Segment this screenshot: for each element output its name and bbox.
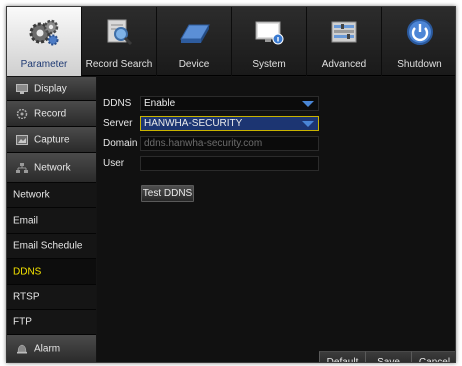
chevron-down-icon <box>302 121 314 127</box>
sidebar-item-display[interactable]: Display <box>7 77 96 101</box>
tab-device[interactable]: Device <box>157 7 232 76</box>
tab-label: Shutdown <box>397 59 442 70</box>
sidebar-item-alarm[interactable]: Alarm <box>7 335 96 362</box>
ddns-value: Enable <box>144 98 176 109</box>
user-field[interactable] <box>140 156 319 171</box>
sidebar-item-network[interactable]: Network <box>7 153 96 183</box>
display-icon <box>16 83 28 94</box>
sidebar-item-label: Email <box>13 215 39 226</box>
alarm-icon <box>17 344 27 354</box>
tab-label: Record Search <box>85 59 153 70</box>
ddns-select[interactable]: Enable <box>140 96 319 111</box>
sidebar-item-rtsp[interactable]: RTSP <box>7 285 96 310</box>
tab-system[interactable]: System <box>232 7 307 76</box>
sidebar-item-label: Record <box>34 108 67 119</box>
tab-parameter[interactable]: Parameter <box>7 7 82 76</box>
tab-label: System <box>252 59 286 70</box>
sidebar-item-label: RTSP <box>13 291 40 303</box>
domain-value: ddns.hanwha-security.com <box>144 138 263 149</box>
sidebar-item-capture[interactable]: Capture <box>7 127 96 153</box>
save-button[interactable]: Save <box>365 351 411 362</box>
sidebar-item-label: Capture <box>34 134 70 145</box>
cancel-button[interactable]: Cancel <box>411 351 455 362</box>
record-icon <box>16 108 28 119</box>
tab-shutdown[interactable]: Shutdown <box>382 7 455 76</box>
advanced-settings-icon <box>331 21 357 43</box>
ddns-label: DDNS <box>103 98 132 109</box>
sidebar-item-label: Network <box>34 162 71 173</box>
sidebar-item-label: FTP <box>13 316 32 328</box>
user-label: User <box>103 158 125 169</box>
tab-label: Advanced <box>321 59 367 70</box>
domain-label: Domain <box>103 138 138 149</box>
sidebar-item-email-schedule[interactable]: Email Schedule <box>7 234 96 259</box>
server-label: Server <box>103 118 133 129</box>
sidebar-item-ftp[interactable]: FTP <box>7 310 96 335</box>
capture-icon <box>16 134 28 145</box>
ddns-settings-panel: DDNS Enable Server HANWHA-SECURITY Domai… <box>97 77 455 362</box>
top-menu-bar: Parameter Record Search Device System Ad… <box>7 7 455 76</box>
tab-label: Parameter <box>20 59 68 70</box>
domain-field: ddns.hanwha-security.com <box>140 136 319 151</box>
tab-record-search[interactable]: Record Search <box>82 7 157 76</box>
sidebar-item-network-sub[interactable]: Network <box>7 183 96 208</box>
default-button[interactable]: Default <box>319 351 365 362</box>
chevron-down-icon <box>302 101 314 107</box>
power-icon <box>406 19 433 45</box>
sidebar-item-label: Network <box>13 189 50 201</box>
sidebar-item-record[interactable]: Record <box>7 101 96 127</box>
sidebar-item-ddns[interactable]: DDNS <box>7 259 96 285</box>
hard-drive-icon <box>180 24 210 43</box>
tab-label: Device <box>178 59 210 70</box>
sidebar-item-email[interactable]: Email <box>7 208 96 234</box>
test-ddns-button[interactable]: Test DDNS <box>141 185 194 202</box>
sidebar-item-label: Display <box>34 83 67 94</box>
sidebar-item-label: Alarm <box>34 343 61 355</box>
gears-icon <box>29 19 59 46</box>
server-select[interactable]: HANWHA-SECURITY <box>140 116 319 131</box>
magnifier-icon <box>107 19 133 46</box>
tab-advanced[interactable]: Advanced <box>307 7 382 76</box>
sidebar: Display Record Capture Network Network E… <box>7 77 96 362</box>
dvr-settings-window: Parameter Record Search Device System Ad… <box>6 6 456 363</box>
sidebar-item-label: DDNS <box>13 266 42 277</box>
sidebar-item-label: Email Schedule <box>13 240 83 252</box>
server-value: HANWHA-SECURITY <box>144 118 243 129</box>
monitor-icon <box>255 21 284 45</box>
network-icon <box>16 162 28 173</box>
